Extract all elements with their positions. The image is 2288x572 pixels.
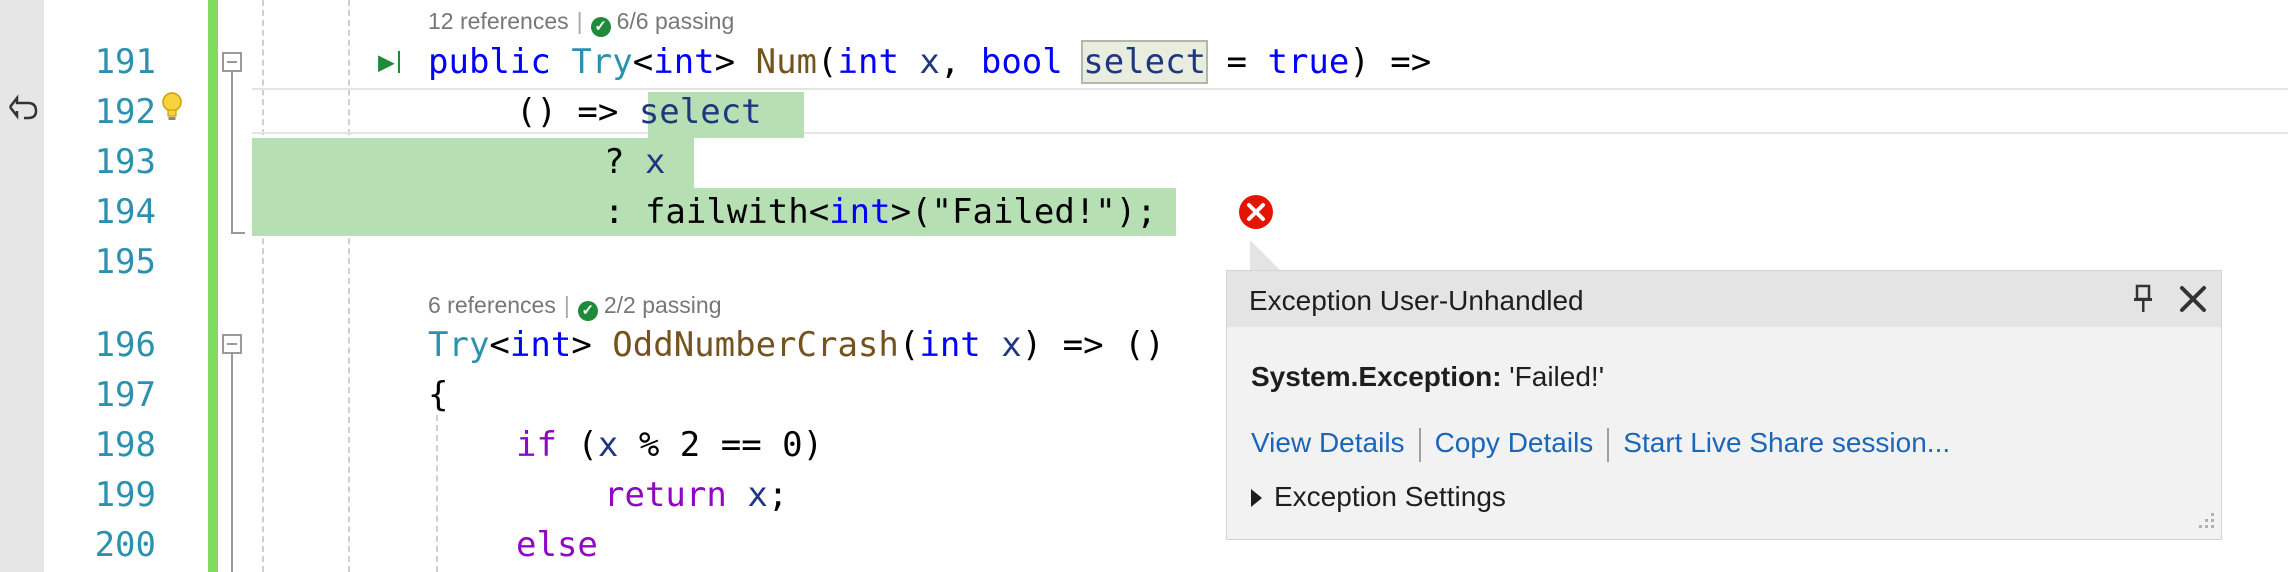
change-tracking-bar xyxy=(208,0,218,572)
live-share-link[interactable]: Start Live Share session... xyxy=(1623,427,1950,458)
code-line-197: { xyxy=(428,375,449,415)
expand-triangle-icon xyxy=(1251,489,1262,507)
tests-passing[interactable]: 6/6 passing xyxy=(617,8,735,34)
indent-guide xyxy=(262,0,264,572)
codelens: 6 references | ✓ 2/2 passing xyxy=(428,292,722,321)
line-number: 194 xyxy=(94,192,156,232)
line-number: 191 xyxy=(94,42,156,82)
copy-details-link[interactable]: Copy Details xyxy=(1435,427,1594,458)
fold-guide xyxy=(231,354,233,572)
popup-title: Exception User-Unhandled xyxy=(1249,285,1584,316)
fold-guide xyxy=(231,72,233,232)
view-details-link[interactable]: View Details xyxy=(1251,427,1405,458)
fold-toggle-icon[interactable] xyxy=(222,52,242,72)
highlighted-reference: select xyxy=(1081,40,1209,84)
close-icon[interactable] xyxy=(2175,281,2211,317)
tests-passing[interactable]: 2/2 passing xyxy=(604,292,722,318)
code-line-200: else xyxy=(516,525,598,565)
line-number: 199 xyxy=(94,475,156,515)
line-number: 193 xyxy=(94,142,156,182)
link-separator xyxy=(1607,427,1610,462)
fold-guide-end xyxy=(231,232,245,234)
passing-check-icon: ✓ xyxy=(577,301,598,321)
code-line-191: public Try<int> Num(int x, bool select =… xyxy=(428,40,1432,84)
references-count[interactable]: 6 references xyxy=(428,292,556,318)
run-test-icon[interactable]: ▶ xyxy=(378,37,395,87)
run-to-cursor-icon[interactable] xyxy=(4,92,40,122)
indent-guide xyxy=(348,0,350,572)
line-number: 197 xyxy=(94,375,156,415)
code-line-199: return x; xyxy=(604,475,789,515)
run-test-bar xyxy=(398,51,400,73)
pin-icon[interactable] xyxy=(2131,283,2155,315)
line-number: 198 xyxy=(94,425,156,465)
exception-message: System.Exception: 'Failed!' xyxy=(1251,361,1604,393)
line-number: 196 xyxy=(94,325,156,365)
code-line-192: () => select xyxy=(516,92,762,132)
exception-text: 'Failed!' xyxy=(1501,361,1605,392)
resize-grip-icon[interactable] xyxy=(2189,507,2217,535)
lightbulb-icon[interactable] xyxy=(160,90,184,124)
code-line-194: : failwith<int>("Failed!"); xyxy=(604,192,1157,232)
indent-guide xyxy=(436,415,438,572)
error-icon[interactable] xyxy=(1238,194,1274,230)
code-line-196: Try<int> OddNumberCrash(int x) => () xyxy=(428,325,1166,365)
line-number: 200 xyxy=(94,525,156,565)
references-count[interactable]: 12 references xyxy=(428,8,569,34)
popup-links: View Details Copy Details Start Live Share… xyxy=(1251,427,1950,462)
codelens: 12 references | ✓ 6/6 passing xyxy=(428,8,735,37)
indicator-margin xyxy=(0,0,44,572)
exception-settings-label: Exception Settings xyxy=(1274,481,1506,512)
exception-type: System.Exception: xyxy=(1251,361,1502,392)
fold-toggle-icon[interactable] xyxy=(222,334,242,354)
line-number: 195 xyxy=(94,242,156,282)
line-number: 192 xyxy=(94,92,156,132)
link-separator xyxy=(1418,427,1421,462)
exception-helper-popup: Exception User-Unhandled System.Exceptio… xyxy=(1226,270,2222,540)
code-line-198: if (x % 2 == 0) xyxy=(516,425,824,465)
exception-settings-expander[interactable]: Exception Settings xyxy=(1251,481,1506,513)
popup-pointer xyxy=(1250,240,1282,272)
code-line-193: ? x xyxy=(604,142,666,182)
passing-check-icon: ✓ xyxy=(590,17,611,37)
